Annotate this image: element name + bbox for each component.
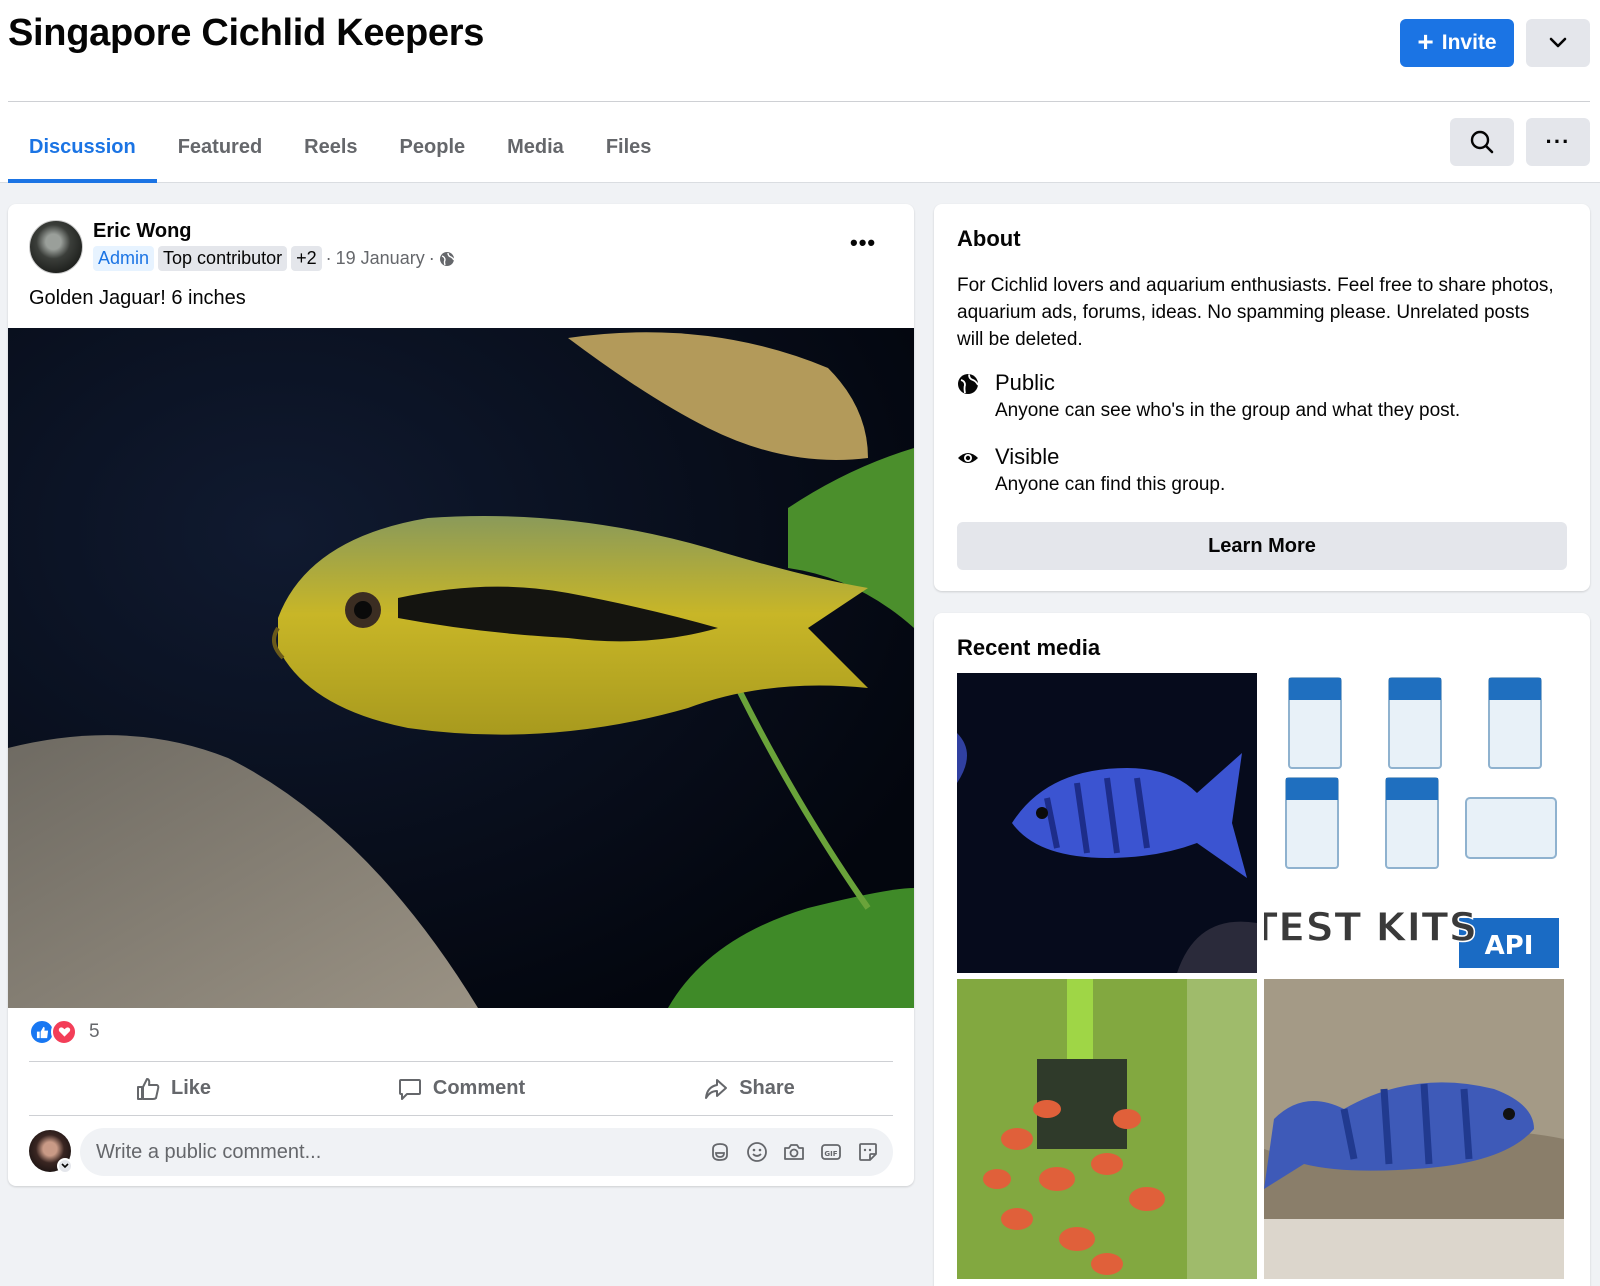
tab-media[interactable]: Media <box>486 112 585 183</box>
top-contributor-badge[interactable]: Top contributor <box>158 246 288 271</box>
comment-icon <box>398 1078 421 1100</box>
search-icon <box>1470 130 1494 154</box>
post-date[interactable]: 19 January <box>336 248 425 269</box>
visibility-info: Visible Anyone can find this group. <box>957 444 1225 496</box>
reaction-count: 5 <box>89 1021 100 1042</box>
recent-media-heading: Recent media <box>957 635 1101 660</box>
avatar-sticker-icon[interactable] <box>707 1139 733 1165</box>
globe-icon <box>958 374 979 394</box>
blue-cichlid-rock-image <box>1264 979 1564 1279</box>
privacy-subtitle: Anyone can see who's in the group and wh… <box>995 400 1461 421</box>
recent-media-card: Recent media TEST KITS API <box>934 613 1590 1286</box>
chevron-down-icon <box>1549 37 1567 48</box>
test-kits-ad-image: TEST KITS API <box>1264 673 1564 973</box>
test-kits-text: TEST KITS <box>1264 905 1477 951</box>
meta-dot: · <box>325 248 332 268</box>
media-thumbnail[interactable]: TEST KITS API <box>1264 673 1564 973</box>
post-meta: Admin Top contributor +2 · 19 January · <box>93 246 455 271</box>
feed-post: Eric Wong Admin Top contributor +2 · 19 … <box>8 204 914 1186</box>
tab-people[interactable]: People <box>379 112 487 183</box>
media-thumbnail[interactable] <box>957 673 1257 973</box>
invite-label: Invite <box>1441 31 1497 54</box>
visibility-title: Visible <box>995 444 1060 469</box>
post-author[interactable]: Eric Wong <box>93 220 192 243</box>
about-card: About For Cichlid lovers and aquarium en… <box>934 204 1590 591</box>
comment-input[interactable] <box>96 1140 707 1164</box>
thumbs-up-icon <box>136 1077 160 1100</box>
emoji-icon[interactable] <box>744 1139 770 1165</box>
tab-featured[interactable]: Featured <box>157 112 283 183</box>
share-icon <box>705 1078 728 1099</box>
meta-dot: · <box>428 248 435 268</box>
visibility-subtitle: Anyone can find this group. <box>995 474 1226 495</box>
post-actions: Like Comment Share <box>29 1062 893 1115</box>
group-search-button[interactable] <box>1450 118 1514 166</box>
camera-icon[interactable] <box>781 1139 807 1165</box>
comment-button[interactable]: Comment <box>317 1062 605 1115</box>
privacy-title: Public <box>995 370 1055 395</box>
tab-reels[interactable]: Reels <box>283 112 378 183</box>
chevron-down-icon <box>61 1163 69 1169</box>
like-button[interactable]: Like <box>29 1062 317 1115</box>
api-brand-text: API <box>1485 931 1534 961</box>
parrot-fish-tank-image <box>957 979 1257 1279</box>
group-title: Singapore Cichlid Keepers <box>8 12 485 54</box>
privacy-info: Public Anyone can see who's in the group… <box>957 370 1460 422</box>
about-heading: About <box>957 226 1021 251</box>
comment-label: Comment <box>432 1077 526 1099</box>
svg-text:GIF: GIF <box>824 1150 837 1158</box>
eye-icon <box>958 453 978 463</box>
love-reaction-icon <box>51 1019 77 1045</box>
globe-icon <box>439 251 455 266</box>
comment-composer: GIF <box>80 1128 893 1176</box>
learn-more-button[interactable]: Learn More <box>957 522 1567 570</box>
blue-cichlid-image <box>957 673 1257 973</box>
profile-switch-button[interactable] <box>57 1158 73 1174</box>
invite-button[interactable]: + Invite <box>1400 19 1514 67</box>
post-text: Golden Jaguar! 6 inches <box>29 287 246 309</box>
group-more-button[interactable]: ··· <box>1526 118 1590 166</box>
divider <box>29 1115 893 1116</box>
author-avatar[interactable] <box>29 220 83 274</box>
group-menu-dropdown-button[interactable] <box>1526 19 1590 67</box>
gif-icon[interactable]: GIF <box>818 1139 844 1165</box>
media-thumbnail[interactable] <box>957 979 1257 1279</box>
share-button[interactable]: Share <box>605 1062 893 1115</box>
tab-files[interactable]: Files <box>585 112 673 183</box>
reaction-summary[interactable]: 5 <box>29 1019 100 1045</box>
group-header: Singapore Cichlid Keepers + Invite Discu… <box>0 0 1600 183</box>
admin-badge[interactable]: Admin <box>93 246 155 271</box>
more-badges[interactable]: +2 <box>291 246 322 271</box>
more-dots-icon: ··· <box>1545 129 1571 154</box>
plus-icon: + <box>1417 26 1434 57</box>
header-divider <box>8 101 1590 102</box>
sticker-icon[interactable] <box>855 1139 881 1165</box>
tab-discussion[interactable]: Discussion <box>8 112 157 183</box>
media-thumbnail[interactable] <box>1264 979 1564 1279</box>
about-description: For Cichlid lovers and aquarium enthusia… <box>957 275 1554 350</box>
post-options-button[interactable]: ••• <box>850 230 876 256</box>
share-label: Share <box>739 1077 795 1099</box>
group-tabs: Discussion Featured Reels People Media F… <box>8 112 672 183</box>
post-photo[interactable] <box>8 328 914 1008</box>
golden-jaguar-fish-image <box>8 328 914 1008</box>
like-label: Like <box>170 1077 212 1099</box>
